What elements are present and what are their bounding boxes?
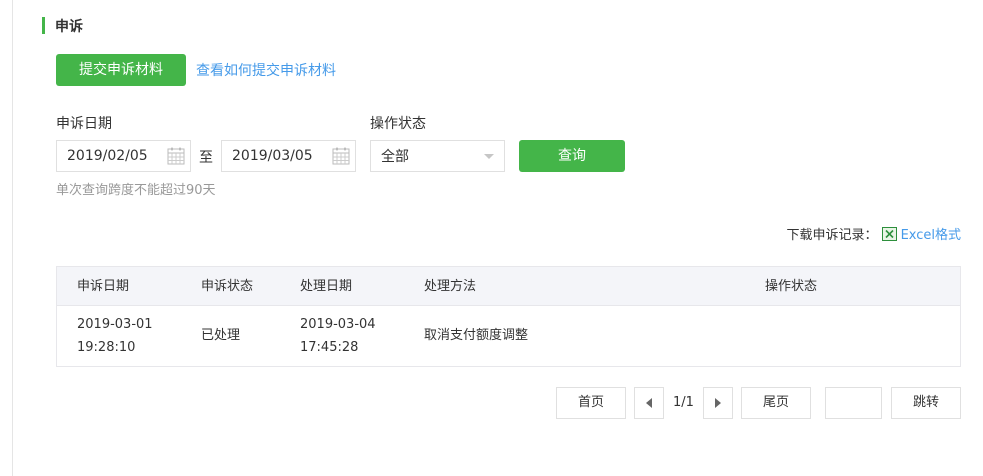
- download-label: 下载申诉记录：: [786, 228, 878, 243]
- date-range-separator: 至: [199, 150, 213, 166]
- jump-button[interactable]: 跳转: [891, 387, 961, 419]
- table-header: 申诉日期 申诉状态 处理日期 处理方法 操作状态: [57, 267, 960, 306]
- howto-submit-link[interactable]: 查看如何提交申诉材料: [196, 60, 336, 80]
- cell-appeal-date-time: 19:28:10: [77, 340, 136, 355]
- cell-handle-date: 2019-03-04 17:45:28: [300, 313, 376, 359]
- cell-appeal-date-day: 2019-03-01: [77, 317, 153, 332]
- last-page-button[interactable]: 尾页: [741, 387, 811, 419]
- calendar-icon[interactable]: [167, 147, 185, 165]
- query-button[interactable]: 查询: [519, 140, 625, 172]
- column-header-appeal-date: 申诉日期: [77, 279, 130, 294]
- column-header-appeal-status: 申诉状态: [201, 279, 254, 294]
- section-title-text: 申诉: [55, 18, 83, 35]
- column-header-operation-status: 操作状态: [765, 279, 818, 294]
- status-select-value: 全部: [381, 149, 409, 165]
- jump-page-input[interactable]: [825, 387, 882, 419]
- chevron-down-icon: [484, 153, 494, 159]
- appeal-date-label: 申诉日期: [56, 116, 112, 132]
- column-header-handle-date: 处理日期: [300, 279, 353, 294]
- prev-page-button[interactable]: [634, 387, 664, 419]
- appeal-records-table: 申诉日期 申诉状态 处理日期 处理方法 操作状态 2019-03-01 19:2…: [56, 266, 961, 367]
- submit-appeal-button[interactable]: 提交申诉材料: [56, 54, 186, 86]
- table-row: 2019-03-01 19:28:10 已处理 2019-03-04 17:45…: [57, 306, 960, 366]
- column-header-handle-method: 处理方法: [424, 279, 477, 294]
- date-to-value: 2019/03/05: [232, 148, 313, 164]
- page-indicator: 1/1: [673, 395, 694, 410]
- cell-handle-date-day: 2019-03-04: [300, 317, 376, 332]
- query-span-hint: 单次查询跨度不能超过90天: [56, 183, 216, 198]
- cell-handle-date-time: 17:45:28: [300, 340, 359, 355]
- operation-status-label: 操作状态: [370, 116, 426, 132]
- next-page-button[interactable]: [703, 387, 733, 419]
- excel-icon[interactable]: [881, 226, 897, 241]
- section-title: 申诉: [42, 17, 83, 35]
- download-records: 下载申诉记录： Excel格式: [787, 224, 961, 243]
- excel-download-link[interactable]: Excel格式: [901, 224, 961, 243]
- chevron-right-icon: [715, 397, 721, 408]
- cell-handle-method: 取消支付额度调整: [424, 328, 529, 343]
- chevron-left-icon: [646, 397, 652, 408]
- date-from-value: 2019/02/05: [67, 148, 148, 164]
- calendar-icon[interactable]: [332, 147, 350, 165]
- cell-appeal-date: 2019-03-01 19:28:10: [77, 313, 153, 359]
- cell-appeal-status: 已处理: [201, 328, 241, 343]
- left-divider: [12, 0, 13, 476]
- operation-status-select[interactable]: 全部: [370, 140, 505, 172]
- title-accent-bar: [42, 17, 45, 34]
- first-page-button[interactable]: 首页: [556, 387, 626, 419]
- date-from-input[interactable]: 2019/02/05: [56, 140, 191, 172]
- date-to-input[interactable]: 2019/03/05: [221, 140, 356, 172]
